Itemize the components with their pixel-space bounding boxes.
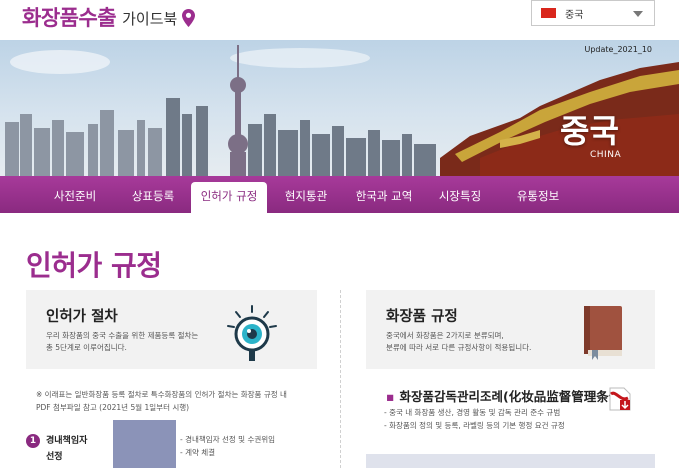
nav-item-market[interactable]: 시장특징 bbox=[428, 176, 492, 213]
card-description: 중국에서 화장품은 2가지로 분류되며, 분류에 따라 서로 다른 규정사항이 … bbox=[386, 330, 566, 354]
card-desc-line: 총 5단계로 이루어집니다. bbox=[46, 343, 127, 352]
note-line: PDF 첨부파일 참고 (2021년 5월 1일부터 시행) bbox=[36, 403, 190, 412]
step-details: - 경내책임자 선정 및 수권위임 - 계약 체결 bbox=[180, 433, 275, 459]
regulation-details: - 중국 내 화장품 생산, 경영 활동 및 감독 관리 준수 규범 - 화장품… bbox=[384, 406, 565, 432]
logo[interactable]: 화장품수출 가이드북 bbox=[22, 2, 196, 32]
country-banner: Update_2021_10 중국 CHINA bbox=[0, 40, 679, 176]
column-divider bbox=[340, 290, 341, 468]
language-select[interactable]: 중국 bbox=[531, 0, 655, 26]
step-title: 경내책임자 선정 bbox=[46, 433, 106, 465]
card-desc-line: 우리 화장품의 중국 수출을 위한 제품등록 절차는 bbox=[46, 331, 199, 340]
magnifier-eye-icon bbox=[227, 305, 277, 361]
regulation-detail-line: - 화장품의 정의 및 등록, 라벨링 등의 기본 행정 요건 규정 bbox=[384, 421, 565, 430]
regulation-title-text: 화장품감독관리조례(化妆品监督管理条例) bbox=[399, 389, 627, 404]
procedure-note: ※ 이래표는 일반화장품 등록 절차로 특수화장품의 인허가 절차는 화장품 규… bbox=[36, 388, 321, 414]
nav-item-trademark[interactable]: 상표등록 bbox=[118, 176, 188, 213]
card-description: 우리 화장품의 중국 수출을 위한 제품등록 절차는 총 5단계로 이루어집니다… bbox=[46, 330, 226, 354]
card-desc-line: 분류에 따라 서로 다른 규정사항이 적용됩니다. bbox=[386, 343, 532, 352]
logo-sub-text: 가이드북 bbox=[122, 10, 178, 28]
licensing-procedure-card[interactable]: 인허가 절차 우리 화장품의 중국 수출을 위한 제품등록 절차는 총 5단계로… bbox=[26, 290, 317, 369]
note-line: ※ 이래표는 일반화장품 등록 절차로 특수화장품의 인허가 절차는 화장품 규… bbox=[36, 390, 287, 399]
step-title-line: 경내책임자 bbox=[46, 436, 88, 446]
step-color-bar bbox=[113, 420, 176, 468]
step-number-badge: 1 bbox=[26, 434, 40, 448]
nav-item-korea-trade[interactable]: 한국과 교역 bbox=[344, 176, 424, 213]
card-title: 화장품 규정 bbox=[386, 309, 458, 325]
card-desc-line: 중국에서 화장품은 2가지로 분류되며, bbox=[386, 331, 504, 340]
page-title: 인허가 규정 bbox=[26, 249, 162, 282]
book-icon bbox=[584, 306, 622, 360]
regulation-detail-line: - 중국 내 화장품 생산, 경영 활동 및 감독 관리 준수 규범 bbox=[384, 408, 561, 417]
nav-item-distribution[interactable]: 유통정보 bbox=[502, 176, 574, 213]
nav-item-preparation[interactable]: 사전준비 bbox=[40, 176, 110, 213]
pdf-download-icon[interactable] bbox=[608, 386, 632, 412]
logo-main-text: 화장품수출 bbox=[22, 6, 117, 30]
country-title: 중국 bbox=[560, 112, 619, 150]
china-flag-icon bbox=[541, 8, 556, 18]
cosmetic-regulation-card[interactable]: 화장품 규정 중국에서 화장품은 2가지로 분류되며, 분류에 따라 서로 다른… bbox=[366, 290, 655, 369]
update-label: Update_2021_10 bbox=[584, 45, 652, 54]
step-detail-line: - 계약 체결 bbox=[180, 448, 216, 457]
chevron-down-icon bbox=[633, 11, 643, 17]
card-title: 인허가 절차 bbox=[46, 309, 118, 325]
step-detail-line: - 경내책임자 선정 및 수권위임 bbox=[180, 435, 276, 444]
nav-item-customs[interactable]: 현지통관 bbox=[274, 176, 338, 213]
bullet-icon: ▪ bbox=[386, 389, 395, 404]
language-selected-label: 중국 bbox=[565, 9, 584, 21]
site-header: 화장품수출 가이드북 중국 bbox=[0, 0, 679, 40]
next-section-box bbox=[366, 454, 655, 468]
regulation-title[interactable]: ▪ 화장품감독관리조례(化妆品监督管理条例) bbox=[386, 386, 627, 405]
country-subtitle: CHINA bbox=[590, 150, 622, 160]
step-title-line: 선정 bbox=[46, 452, 63, 462]
nav-item-licensing[interactable]: 인허가 규정 bbox=[191, 182, 267, 213]
location-pin-icon bbox=[182, 9, 196, 27]
main-nav: 사전준비 상표등록 인허가 규정 현지통관 한국과 교역 시장특징 유통정보 bbox=[0, 176, 679, 213]
